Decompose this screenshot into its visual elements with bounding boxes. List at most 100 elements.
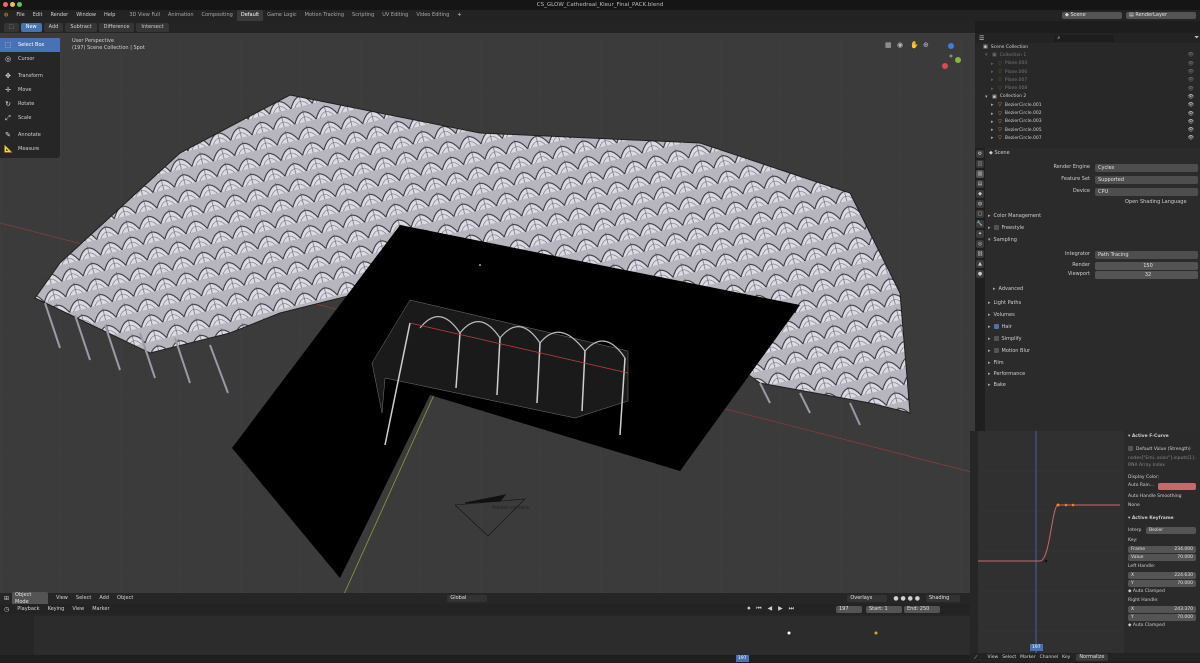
active-fcurve-header[interactable]: ▾ Active F-Curve bbox=[1128, 434, 1169, 440]
rna-index-field[interactable]: RNA Array Index bbox=[1128, 463, 1165, 469]
visibility-icon[interactable]: 👁 bbox=[1188, 102, 1194, 108]
expand-icon[interactable]: ▸ bbox=[991, 69, 998, 75]
section-light-paths[interactable]: ▸ Light Paths bbox=[988, 298, 1021, 308]
hair-checkbox[interactable] bbox=[993, 324, 999, 329]
viewport-menu-add[interactable]: Add bbox=[95, 593, 113, 604]
tab-3d-view-full[interactable]: 3D View Full bbox=[125, 10, 164, 21]
tool-cursor[interactable]: ◎ Cursor bbox=[0, 52, 60, 66]
tab-scripting[interactable]: Scripting bbox=[348, 10, 378, 21]
outliner-row[interactable]: ▸ ▽ BezierCircle.001 👁 bbox=[975, 101, 1200, 109]
visibility-icon[interactable]: 👁 bbox=[1188, 127, 1194, 133]
expand-icon[interactable]: ▸ bbox=[991, 119, 998, 125]
data-path-field[interactable]: nodes["Emi..ssion"].inputs[1].. bbox=[1128, 456, 1197, 462]
3d-viewport[interactable]: Pocket camera ▦ ◉ ✋ ⊕ bbox=[0, 33, 975, 603]
device-dropdown[interactable]: CPU bbox=[1095, 188, 1198, 196]
section-color-management[interactable]: ▸ Color Management bbox=[988, 211, 1041, 221]
playback-controls[interactable]: ⏺ ⏮ ◀ ▶ ⏭ bbox=[747, 605, 796, 613]
auto-handle-dropdown[interactable]: None bbox=[1128, 503, 1140, 509]
fcurve-canvas[interactable] bbox=[970, 431, 1124, 653]
current-frame-field[interactable]: 197 bbox=[836, 605, 862, 613]
tool-move[interactable]: ✛ Move bbox=[0, 83, 60, 97]
outliner-row[interactable]: ▸ ▽ Plane.006 👁 bbox=[975, 68, 1200, 76]
menu-window[interactable]: Window bbox=[72, 10, 100, 21]
motion-blur-checkbox[interactable] bbox=[993, 348, 999, 353]
close-window-button[interactable] bbox=[3, 2, 8, 7]
simplify-checkbox[interactable] bbox=[993, 336, 999, 341]
shading-modes-icon[interactable]: ● ● ● ● bbox=[893, 595, 920, 602]
viewport-menu-object[interactable]: Object bbox=[113, 593, 137, 604]
viewport-menu-select[interactable]: Select bbox=[72, 593, 95, 604]
scene-selector[interactable]: ◆ Scene bbox=[1062, 12, 1122, 19]
right-handle-type[interactable]: ◆ Auto Clamped bbox=[1128, 623, 1165, 629]
visibility-icon[interactable]: 👁 bbox=[1188, 135, 1194, 141]
channel-checkbox[interactable] bbox=[1128, 446, 1133, 451]
blender-logo-icon[interactable]: ◍ bbox=[0, 10, 12, 21]
start-frame-field[interactable]: Start: 1 bbox=[866, 605, 902, 613]
tab-game-logic[interactable]: Game Logic bbox=[263, 10, 301, 21]
orientation-dropdown[interactable]: Global bbox=[447, 595, 488, 602]
outliner-row[interactable]: ▸ ▽ BezierCircle.007 👁 bbox=[975, 134, 1200, 142]
section-performance[interactable]: ▸ Performance bbox=[988, 369, 1025, 379]
editor-type-icon[interactable]: ⊞ bbox=[4, 595, 9, 602]
section-volumes[interactable]: ▸ Volumes bbox=[988, 310, 1015, 320]
current-frame-indicator[interactable]: 197 bbox=[736, 655, 749, 662]
timeline-editor-icon[interactable]: ◷ bbox=[4, 606, 9, 613]
right-handle-x-field[interactable]: X 243.370 bbox=[1128, 606, 1196, 613]
expand-icon[interactable]: ▸ bbox=[991, 77, 998, 83]
frame-field[interactable]: Frame 234.000 bbox=[1128, 546, 1196, 553]
value-field[interactable]: Value 70.000 bbox=[1128, 554, 1196, 561]
select-mode-icon[interactable]: ⬚ bbox=[4, 22, 19, 32]
section-freestyle[interactable]: ▸ Freestyle bbox=[988, 223, 1024, 233]
osl-checkbox[interactable]: Open Shading Language bbox=[1125, 199, 1187, 206]
expand-icon[interactable]: ▸ bbox=[991, 127, 998, 133]
timeline-menu-view[interactable]: View bbox=[68, 604, 88, 615]
world-tab-icon[interactable]: ◍ bbox=[976, 200, 984, 208]
outliner-row[interactable]: ▸ ▽ BezierCircle.002 👁 bbox=[975, 109, 1200, 117]
outliner-row[interactable]: ▸ ▽ Plane.007 👁 bbox=[975, 76, 1200, 84]
timeline-menu-marker[interactable]: Marker bbox=[88, 604, 113, 615]
freestyle-checkbox[interactable] bbox=[993, 225, 999, 230]
left-handle-y-field[interactable]: Y 70.000 bbox=[1128, 580, 1196, 587]
tab-default[interactable]: Default bbox=[236, 10, 264, 21]
expand-icon[interactable]: ▾ bbox=[985, 94, 992, 100]
keyframe-dot[interactable] bbox=[874, 631, 878, 635]
zoom-window-button[interactable] bbox=[17, 2, 22, 7]
viewport-menu-view[interactable]: View bbox=[52, 593, 72, 604]
minimize-window-button[interactable] bbox=[10, 2, 15, 7]
graph-menu-marker[interactable]: Marker bbox=[1018, 652, 1038, 663]
outliner-row[interactable]: ▸ ▽ BezierCircle.005 👁 bbox=[975, 126, 1200, 134]
visibility-icon[interactable]: 👁 bbox=[1188, 77, 1194, 83]
normalize-toggle[interactable]: Normalize bbox=[1076, 654, 1108, 661]
expand-icon[interactable]: ▸ bbox=[991, 86, 998, 92]
visibility-icon[interactable]: 👁 bbox=[1188, 94, 1194, 100]
keyframe-point[interactable] bbox=[1056, 503, 1060, 507]
left-handle-type[interactable]: ◆ Auto Clamped bbox=[1128, 589, 1165, 595]
renderlayer-selector[interactable]: ▤ RenderLayer bbox=[1126, 12, 1196, 19]
shading-dropdown[interactable]: Shading bbox=[926, 595, 960, 602]
interpolation-dropdown[interactable]: Bezier bbox=[1146, 527, 1196, 534]
filter-icon[interactable]: ⏷ bbox=[1194, 34, 1199, 42]
viewport-scene[interactable]: Pocket camera ▦ ◉ ✋ ⊕ bbox=[0, 33, 975, 603]
expand-icon[interactable]: ▾ bbox=[985, 52, 992, 58]
graph-menu-channel[interactable]: Channel bbox=[1038, 652, 1060, 663]
outliner-row[interactable]: ▸ ▽ Plane.008 👁 bbox=[975, 84, 1200, 92]
visibility-icon[interactable]: 👁 bbox=[1188, 52, 1194, 58]
tab-motion-tracking[interactable]: Motion Tracking bbox=[301, 10, 348, 21]
particles-tab-icon[interactable]: ✦ bbox=[976, 230, 984, 238]
outliner-search-input[interactable]: ⌕ bbox=[1054, 34, 1115, 42]
tool-tab-icon[interactable]: ⚙ bbox=[976, 150, 984, 158]
tab-animation[interactable]: Animation bbox=[164, 10, 198, 21]
visibility-icon[interactable]: 👁 bbox=[1188, 86, 1194, 92]
visibility-icon[interactable]: 👁 bbox=[1188, 69, 1194, 75]
timeline-track[interactable] bbox=[34, 616, 970, 656]
end-frame-field[interactable]: End: 250 bbox=[904, 605, 940, 613]
menu-edit[interactable]: Edit bbox=[29, 10, 47, 21]
outliner-row[interactable]: ▸ ▽ Plane.004 👁 bbox=[975, 60, 1200, 68]
new-button[interactable]: New bbox=[20, 22, 42, 32]
menu-help[interactable]: Help bbox=[100, 10, 119, 21]
physics-tab-icon[interactable]: ◎ bbox=[976, 240, 984, 248]
outliner-root-row[interactable]: ▣ Scene Collection bbox=[975, 43, 1200, 51]
viewport-samples-field[interactable]: 32 bbox=[1095, 271, 1198, 279]
difference-button[interactable]: Difference bbox=[98, 22, 135, 32]
visibility-icon[interactable]: 👁 bbox=[1188, 61, 1194, 67]
